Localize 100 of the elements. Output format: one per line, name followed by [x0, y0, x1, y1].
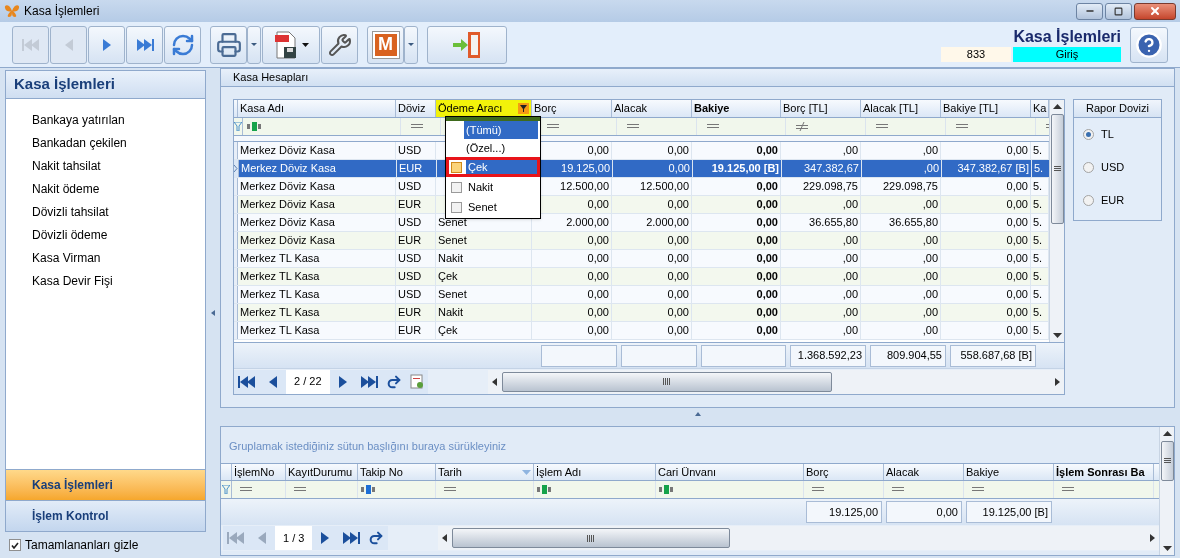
text-filter-icon[interactable]: [537, 485, 552, 494]
column-header[interactable]: Borç: [804, 464, 884, 480]
currency-radio[interactable]: USD: [1074, 151, 1161, 184]
column-header[interactable]: Bakiye [TL]: [941, 100, 1031, 117]
filter-checkbox[interactable]: [451, 201, 462, 213]
filter-option[interactable]: (Özel...): [464, 139, 538, 157]
equals-filter-icon[interactable]: [707, 124, 719, 129]
equals-filter-icon[interactable]: [240, 487, 252, 492]
column-header[interactable]: Bakiye: [692, 100, 781, 117]
sidebar-item[interactable]: Kasa Devir Fişi: [6, 269, 205, 292]
caret-icon: [301, 42, 309, 47]
table-cell-text: 12.500,00: [640, 179, 689, 195]
table-row[interactable]: Merkez TL Kasa USD Senet 0,00 0,00 0,00 ,00 ,00 0,00 5.: [234, 286, 1049, 304]
text-filter-icon[interactable]: [659, 485, 674, 494]
table-cell-text: ,00: [922, 323, 938, 339]
close-button[interactable]: [1134, 2, 1176, 20]
column-header[interactable]: Tarih: [436, 464, 534, 480]
brand-toolbar-button[interactable]: M: [367, 25, 404, 64]
equals-filter-icon[interactable]: [972, 487, 984, 492]
table-cell-text: 5.: [1033, 197, 1043, 213]
column-header[interactable]: Bakiye: [964, 464, 1054, 480]
filter-option[interactable]: Nakit: [446, 177, 540, 197]
table-cell-text: 5.: [1033, 233, 1043, 249]
column-header[interactable]: İşlem Adı: [534, 464, 656, 480]
text-filter-icon[interactable]: [361, 485, 376, 494]
equals-filter-icon[interactable]: [812, 487, 824, 492]
dropdown-button[interactable]: [247, 25, 261, 64]
table-cell-text: Senet: [438, 233, 467, 249]
column-header[interactable]: Alacak [TL]: [861, 100, 941, 117]
column-header[interactable]: İşlem Sonrası Ba: [1054, 464, 1154, 480]
equals-filter-icon[interactable]: [411, 124, 423, 129]
sidebar-item[interactable]: Kasa Virman: [6, 246, 205, 269]
tool-toolbar-button[interactable]: [321, 25, 358, 64]
next-toolbar-button[interactable]: [88, 25, 125, 64]
pdf-toolbar-button[interactable]: [262, 25, 320, 64]
sidebar-item[interactable]: Nakit ödeme: [6, 177, 205, 200]
equals-filter-icon[interactable]: [627, 124, 639, 129]
vertical-scrollbar-thumb[interactable]: [1050, 114, 1064, 224]
table-row[interactable]: Merkez Döviz Kasa EUR Senet 0,00 0,00 0,00 ,00 ,00 0,00 5.: [234, 232, 1049, 250]
dropdown-button[interactable]: [404, 25, 418, 64]
column-header[interactable]: Kasa Adı: [238, 100, 396, 117]
last-toolbar-button[interactable]: [126, 25, 163, 64]
equals-filter-icon[interactable]: [547, 124, 559, 129]
currency-radio[interactable]: EUR: [1074, 184, 1161, 217]
horizontal-scrollbar-thumb[interactable]: [452, 528, 731, 548]
help-button[interactable]: [1130, 26, 1168, 63]
column-header[interactable]: Takip No: [358, 464, 436, 480]
equals-filter-icon[interactable]: [892, 487, 904, 492]
sidebar-item[interactable]: Bankadan çekilen: [6, 131, 205, 154]
wrench-icon: [327, 32, 352, 57]
filter-option[interactable]: (Tümü): [464, 121, 538, 139]
column-header[interactable]: Alacak: [884, 464, 964, 480]
vertical-scrollbar-thumb[interactable]: [1160, 441, 1174, 481]
filter-checkbox[interactable]: [451, 181, 462, 193]
table-row[interactable]: Merkez TL Kasa EUR Çek 0,00 0,00 0,00 ,00 ,00 0,00 5.: [234, 322, 1049, 340]
not-equals-filter-icon[interactable]: [796, 122, 808, 131]
equals-filter-icon[interactable]: [444, 487, 456, 492]
maximize-button[interactable]: [1105, 2, 1132, 20]
sidebar-title: Kasa İşlemleri: [6, 71, 205, 99]
hide-completed-checkbox[interactable]: Tamamlananları gizle: [5, 532, 206, 558]
grip-icon: [587, 534, 596, 542]
filter-option[interactable]: Senet: [446, 197, 540, 217]
equals-filter-icon[interactable]: [956, 124, 968, 129]
vertical-scrollbar[interactable]: [1159, 427, 1174, 555]
collapse-arrow-icon[interactable]: [211, 310, 215, 316]
table-row[interactable]: Merkez Döviz Kasa USD Senet 2.000,00 2.000,00 0,00 36.655,80 36.655,80 0,00 5.: [234, 214, 1049, 232]
sidebar-item[interactable]: Bankaya yatırılan: [6, 108, 205, 131]
filter-checkbox[interactable]: [451, 161, 462, 173]
exit-toolbar-button[interactable]: [427, 25, 507, 64]
filter-option[interactable]: Çek: [446, 157, 540, 177]
equals-filter-icon[interactable]: [1062, 487, 1074, 492]
table-cell-text: 0,00: [1006, 215, 1028, 231]
table-cell-text: 0,00: [756, 197, 778, 213]
text-filter-icon[interactable]: [247, 122, 262, 131]
table-row[interactable]: Merkez TL Kasa USD Nakit 0,00 0,00 0,00 ,00 ,00 0,00 5.: [234, 250, 1049, 268]
sidebar-item[interactable]: Dövizli tahsilat: [6, 200, 205, 223]
table-row[interactable]: Merkez TL Kasa USD Çek 0,00 0,00 0,00 ,00 ,00 0,00 5.: [234, 268, 1049, 286]
column-header[interactable]: Cari Ünvanı: [656, 464, 804, 480]
minimize-button[interactable]: [1076, 2, 1103, 20]
print-toolbar-button[interactable]: [210, 25, 247, 64]
table-cell-text: ,00: [842, 269, 858, 285]
total-field: 19.125,00 [B]: [966, 501, 1052, 523]
table-row[interactable]: Merkez TL Kasa EUR Nakit 0,00 0,00 0,00 ,00 ,00 0,00 5.: [234, 304, 1049, 322]
refresh-toolbar-button[interactable]: [164, 25, 201, 64]
horizontal-scrollbar-thumb[interactable]: [501, 371, 832, 392]
equals-filter-icon[interactable]: [876, 124, 888, 129]
column-header[interactable]: Borç [TL]: [781, 100, 861, 117]
column-header[interactable]: Alacak: [612, 100, 692, 117]
expand-arrow-icon[interactable]: [694, 412, 701, 416]
sidebar-item[interactable]: Nakit tahsilat: [6, 154, 205, 177]
sidebar-nav-button[interactable]: İşlem Kontrol: [6, 500, 205, 531]
sidebar-item[interactable]: Dövizli ödeme: [6, 223, 205, 246]
table-cell-text: 5.: [1033, 287, 1043, 303]
currency-radio[interactable]: TL: [1074, 118, 1161, 151]
equals-filter-icon[interactable]: [294, 487, 306, 492]
filter-icon[interactable]: [518, 103, 529, 114]
column-header[interactable]: KayıtDurumu: [286, 464, 358, 480]
column-header[interactable]: İşlemNo: [232, 464, 286, 480]
vertical-scrollbar[interactable]: [1049, 100, 1064, 342]
sidebar-nav-button[interactable]: Kasa İşlemleri: [6, 469, 205, 500]
